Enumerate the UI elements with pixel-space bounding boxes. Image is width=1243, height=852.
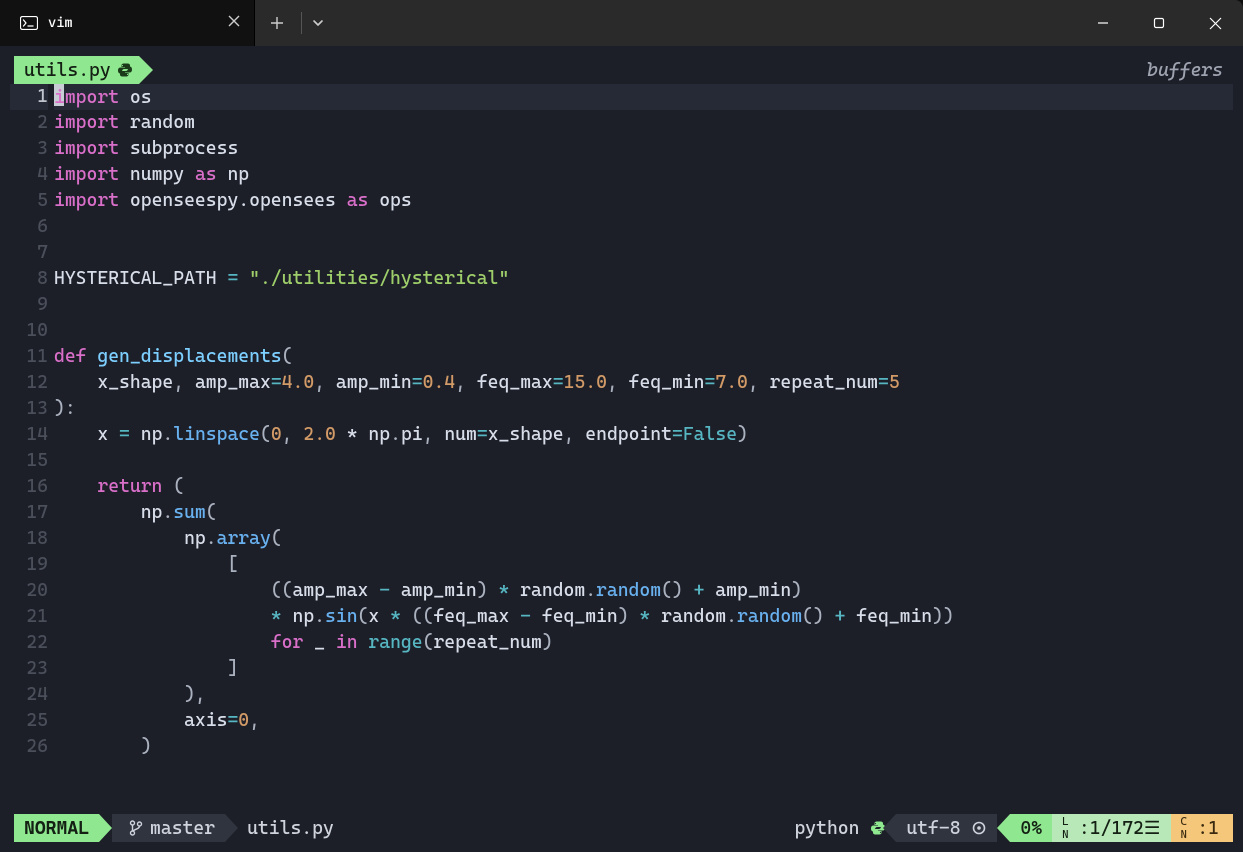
status-percent: 0% (1010, 814, 1052, 842)
code-line[interactable]: x = np.linspace(0, 2.0 * np.pi, num=x_sh… (54, 422, 1233, 448)
code-line[interactable]: ) (54, 734, 1233, 760)
status-filetype: python (784, 814, 896, 842)
code-line[interactable] (54, 240, 1233, 266)
status-filetype-text: python (794, 818, 859, 839)
code-line[interactable]: axis=0, (54, 708, 1233, 734)
code-line[interactable]: import openseespy.opensees as ops (54, 188, 1233, 214)
buffer-label: buffers (1147, 56, 1233, 84)
code-line[interactable] (54, 318, 1233, 344)
minimize-button[interactable] (1075, 0, 1131, 46)
status-line-num: 1 (1090, 818, 1101, 839)
code-lines[interactable]: import osimport randomimport subprocessi… (54, 84, 1233, 760)
code-line[interactable]: import subprocess (54, 136, 1233, 162)
status-col-num: 1 (1208, 818, 1219, 839)
status-encoding-text: utf-8 (906, 818, 960, 839)
terminal-body: utils.py buffers 12345678910111213141516… (0, 46, 1243, 852)
code-line[interactable]: def gen_displacements( (54, 344, 1233, 370)
close-button[interactable] (1187, 0, 1243, 46)
status-filename: utils.py (225, 814, 344, 842)
code-line[interactable] (54, 448, 1233, 474)
code-line[interactable]: import numpy as np (54, 162, 1233, 188)
unix-icon (971, 820, 987, 836)
code-line[interactable]: import random (54, 110, 1233, 136)
code-line[interactable]: return ( (54, 474, 1233, 500)
status-branch-name: master (150, 818, 215, 839)
tab-dropdown-button[interactable] (304, 17, 332, 29)
buffer-tab-active[interactable]: utils.py (14, 56, 139, 84)
lines-icon: ☰ (1144, 818, 1161, 839)
line-number-gutter: 1234567891011121314151617181920212223242… (10, 84, 54, 760)
code-line[interactable]: ): (54, 396, 1233, 422)
status-column: CN :1 (1171, 814, 1233, 842)
buffer-name: utils.py (24, 60, 111, 81)
terminal-icon (20, 16, 38, 30)
window-titlebar: vim (0, 0, 1243, 46)
tab-title: vim (48, 15, 218, 31)
new-tab-button[interactable] (255, 16, 299, 30)
tab-actions (255, 0, 332, 46)
status-branch: master (112, 814, 225, 842)
ln-label: LN (1062, 815, 1068, 841)
code-line[interactable]: import os (54, 84, 1233, 110)
code-line[interactable] (54, 214, 1233, 240)
code-line[interactable]: HYSTERICAL_PATH = "./utilities/hysterica… (54, 266, 1233, 292)
status-total-lines: 172 (1111, 818, 1144, 839)
terminal-tab[interactable]: vim (0, 0, 255, 46)
col-label: CN (1181, 815, 1187, 841)
maximize-button[interactable] (1131, 0, 1187, 46)
code-line[interactable]: * np.sin(x * ((feq_max - feq_min) * rand… (54, 604, 1233, 630)
code-line[interactable]: [ (54, 552, 1233, 578)
status-percent-text: 0% (1020, 818, 1042, 839)
code-line[interactable]: x_shape, amp_max=4.0, amp_min=0.4, feq_m… (54, 370, 1233, 396)
vim-editor[interactable]: utils.py buffers 12345678910111213141516… (10, 56, 1233, 842)
code-line[interactable] (54, 292, 1233, 318)
git-branch-icon (128, 820, 144, 836)
status-spacer (344, 814, 785, 842)
status-mode: NORMAL (14, 814, 99, 842)
statusline: NORMAL master utils.py python (10, 814, 1233, 842)
code-line[interactable]: for _ in range(repeat_num) (54, 630, 1233, 656)
code-area[interactable]: 1234567891011121314151617181920212223242… (10, 84, 1233, 810)
buffer-tabline: utils.py buffers (10, 56, 1233, 84)
code-line[interactable]: ((amp_max - amp_min) * random.random() +… (54, 578, 1233, 604)
separator (301, 12, 302, 34)
tab-close-button[interactable] (228, 15, 240, 31)
window-controls (1075, 0, 1243, 46)
code-line[interactable]: np.array( (54, 526, 1233, 552)
status-encoding: utf-8 (896, 814, 997, 842)
code-line[interactable]: ] (54, 656, 1233, 682)
code-line[interactable]: np.sum( (54, 500, 1233, 526)
code-line[interactable]: ), (54, 682, 1233, 708)
python-icon (117, 62, 133, 78)
status-line-position: LN :1/172 ☰ (1052, 814, 1170, 842)
